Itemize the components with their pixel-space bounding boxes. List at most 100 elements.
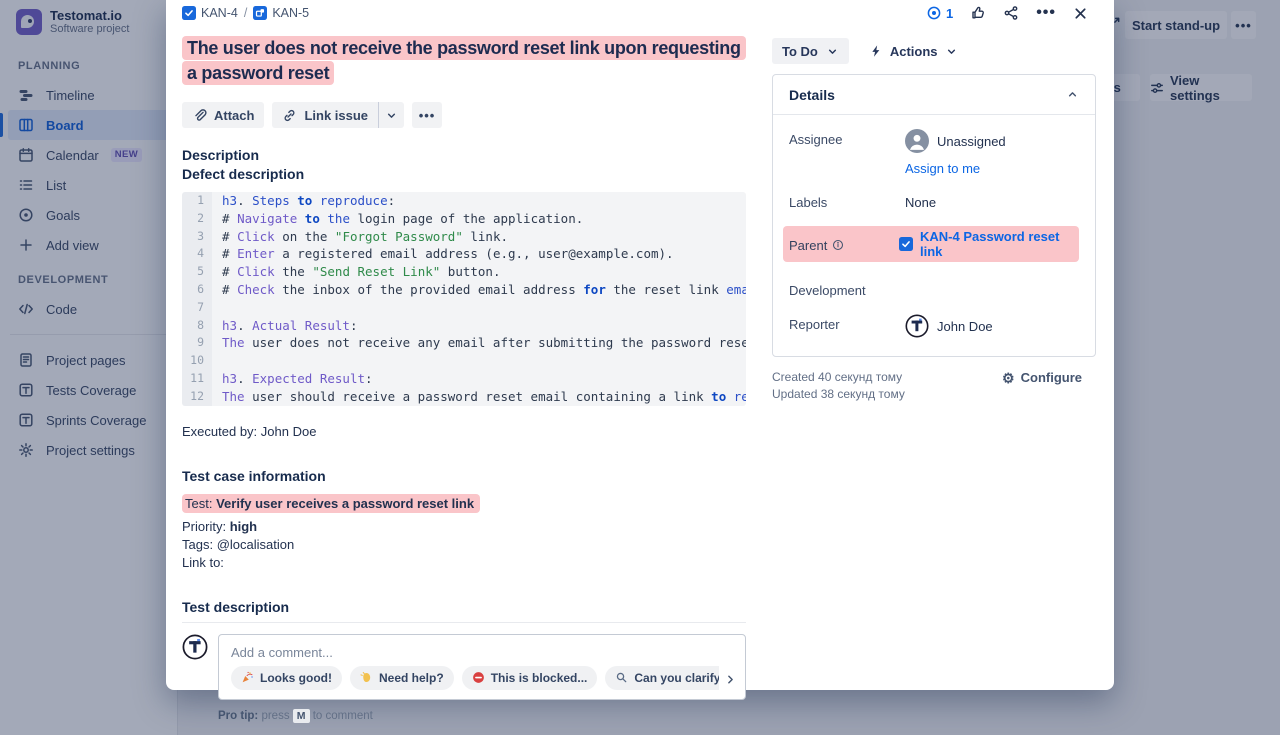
watch-count: 1: [946, 6, 953, 21]
assign-to-me-link[interactable]: Assign to me: [905, 161, 1006, 176]
breadcrumb-parent[interactable]: KAN-4: [182, 6, 238, 20]
pill-label: Need help?: [379, 671, 444, 685]
task-type-icon: [182, 6, 196, 20]
test-name-line: Test: Verify user receives a password re…: [182, 495, 746, 513]
line-number: 5: [182, 263, 212, 281]
gear-icon: ⚙: [1002, 371, 1015, 385]
code-line: 8h3. Actual Result:: [182, 317, 746, 335]
like-button[interactable]: [970, 5, 986, 21]
info-icon: [832, 239, 844, 251]
issue-toolbar: Attach Link issue •••: [182, 102, 746, 128]
lightning-icon: [869, 44, 883, 58]
code-line: 12The user should receive a password res…: [182, 388, 746, 406]
line-number: 2: [182, 210, 212, 228]
user-avatar: [182, 634, 208, 700]
link-issue-button[interactable]: Link issue: [272, 102, 378, 128]
updated-text: Updated 38 секунд тому: [772, 386, 1096, 403]
line-number: 7: [182, 299, 212, 317]
line-number: 11: [182, 370, 212, 388]
quick-reply-pill[interactable]: Can you clarify...?: [605, 666, 719, 690]
executed-by-text: Executed by: John Doe: [182, 424, 746, 439]
code-line: 5# Click the "Send Reset Link" button.: [182, 263, 746, 281]
assignee-field: Assignee Unassigned Assign to me: [789, 129, 1079, 176]
toolbar-more-button[interactable]: •••: [412, 102, 442, 128]
link-issue-split-button: Link issue: [272, 102, 404, 128]
issue-meta: Created 40 секунд тому Updated 38 секунд…: [772, 369, 1096, 402]
watch-button[interactable]: 1: [926, 5, 953, 21]
share-icon[interactable]: [1003, 5, 1019, 21]
configure-button[interactable]: ⚙ Configure: [1002, 370, 1082, 387]
status-row: To Do Actions: [772, 38, 1096, 64]
attach-button[interactable]: Attach: [182, 102, 264, 128]
development-field: Development: [789, 280, 1079, 298]
details-header[interactable]: Details: [773, 75, 1095, 115]
code-line: 10: [182, 352, 746, 370]
waving-hand-icon: [360, 671, 373, 684]
code-line: 11h3. Expected Result:: [182, 370, 746, 388]
quick-reply-pill[interactable]: This is blocked...: [462, 666, 598, 690]
issue-main-column: The user does not receive the password r…: [182, 26, 746, 723]
line-number: 12: [182, 388, 212, 406]
chevron-up-icon: [1066, 88, 1079, 101]
comment-section: Add a comment... Looks good! Need help? Th…: [182, 634, 746, 700]
line-number: 9: [182, 334, 212, 352]
magnifier-icon: [615, 671, 628, 684]
line-number: 6: [182, 281, 212, 299]
test-case-info-heading: Test case information: [182, 468, 746, 484]
breadcrumb-current[interactable]: KAN-5: [253, 6, 309, 20]
code-block[interactable]: 1h3. Steps to reproduce:2# Navigate to t…: [182, 192, 746, 406]
parent-issue-link[interactable]: KAN-4 Password reset link: [899, 229, 1071, 259]
issue-side-column: To Do Actions Details Assignee: [772, 26, 1096, 402]
labels-field: Labels None: [789, 192, 1079, 210]
party-popper-icon: [241, 671, 254, 684]
code-line: 7: [182, 299, 746, 317]
reporter-field: Reporter John Doe: [789, 314, 1079, 338]
line-number: 1: [182, 192, 212, 210]
code-line: 4# Enter a registered email address (e.g…: [182, 245, 746, 263]
pills-scroll-right-icon[interactable]: [724, 673, 737, 686]
link-issue-dropdown[interactable]: [378, 102, 404, 128]
code-line: 3# Click on the "Forgot Password" link.: [182, 228, 746, 246]
pill-label: This is blocked...: [491, 671, 588, 685]
close-icon[interactable]: [1073, 6, 1088, 21]
quick-reply-row: Looks good! Need help? This is blocked... C…: [231, 666, 719, 690]
link-icon: [282, 108, 297, 123]
pro-tip: Pro tip: press M to comment: [218, 709, 746, 723]
subtask-type-icon: [253, 6, 267, 20]
divider: [182, 622, 746, 623]
app-root: { "sidebar": { "project_name": "Testomat…: [0, 0, 1280, 735]
modal-header-actions: 1 •••: [926, 4, 1088, 22]
reporter-avatar: [905, 314, 929, 338]
quick-reply-pill[interactable]: Looks good!: [231, 666, 342, 690]
code-line: 6# Check the inbox of the provided email…: [182, 281, 746, 299]
breadcrumb-separator: /: [244, 6, 247, 20]
more-actions-icon[interactable]: •••: [1036, 4, 1056, 22]
issue-modal: KAN-4 / KAN-5 1 ••• The user does not re…: [166, 0, 1114, 690]
code-line: 2# Navigate to the login page of the app…: [182, 210, 746, 228]
code-line: 1h3. Steps to reproduce:: [182, 192, 746, 210]
details-card: Details Assignee Unassigned Assign to me: [772, 74, 1096, 357]
defect-description-heading: Defect description: [182, 166, 746, 182]
actions-dropdown[interactable]: Actions: [863, 38, 964, 64]
pill-label: Can you clarify...?: [634, 671, 719, 685]
parent-field: Parent KAN-4 Password reset link: [789, 226, 1079, 262]
priority-line: Priority: high: [182, 518, 746, 536]
line-number: 3: [182, 228, 212, 246]
no-entry-icon: [472, 671, 485, 684]
modal-header: KAN-4 / KAN-5 1 •••: [182, 3, 1088, 23]
line-number: 10: [182, 352, 212, 370]
eye-icon: [926, 5, 942, 21]
issue-title[interactable]: The user does not receive the password r…: [182, 36, 746, 86]
code-line: 9The user does not receive any email aft…: [182, 334, 746, 352]
comment-input[interactable]: Add a comment... Looks good! Need help? Th…: [218, 634, 746, 700]
link-to-line: Link to:: [182, 554, 746, 572]
tags-line: Tags: @localisation: [182, 536, 746, 554]
breadcrumb: KAN-4 / KAN-5: [182, 6, 309, 20]
test-description-heading: Test description: [182, 599, 746, 615]
task-type-icon: [899, 237, 913, 251]
keyboard-shortcut-m: M: [293, 709, 310, 723]
paperclip-icon: [192, 108, 207, 123]
quick-reply-pill[interactable]: Need help?: [350, 666, 454, 690]
comment-placeholder: Add a comment...: [231, 645, 733, 660]
status-dropdown[interactable]: To Do: [772, 38, 849, 64]
